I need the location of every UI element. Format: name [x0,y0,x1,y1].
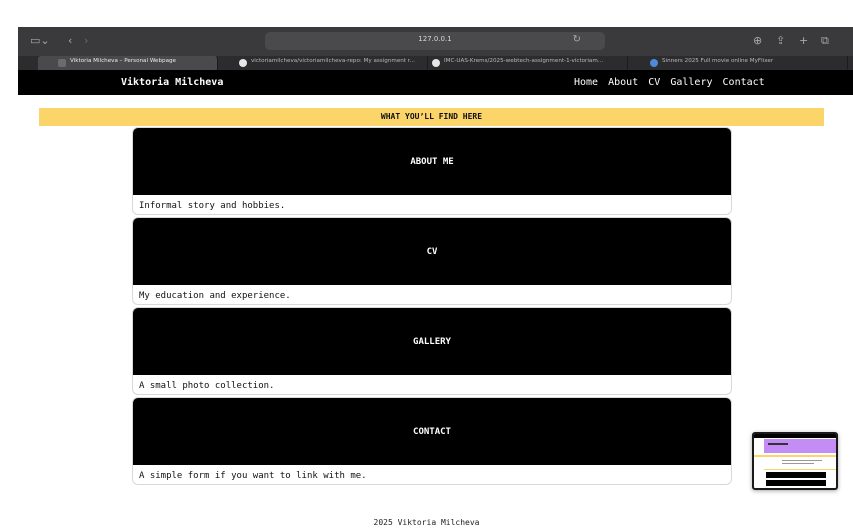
nav-contact[interactable]: Contact [723,77,765,88]
card-header: ABOUT ME [133,128,731,195]
card-title: ABOUT ME [410,157,454,167]
downloads-icon[interactable]: ⊕ [753,34,762,48]
main-nav: Home About CV Gallery Contact [574,77,769,88]
card-title: CONTACT [413,427,451,437]
forward-icon[interactable]: › [84,34,88,48]
card-description: My education and experience. [139,291,291,301]
site-footer: 2025 Viktoria Milcheva [373,518,480,527]
back-icon[interactable]: ‹ [68,34,72,48]
nav-home[interactable]: Home [574,77,598,88]
card-title: GALLERY [413,337,451,347]
tab-overview-icon[interactable]: ⧉ [821,34,829,48]
tab-personal-webpage[interactable]: Viktoria Milcheva – Personal Webpage [38,56,218,70]
tab-label: Viktoria Milcheva – Personal Webpage [70,58,176,64]
share-icon[interactable]: ⇪ [776,34,785,48]
address-bar[interactable]: 127.0.0.1 ↻ [265,32,605,50]
thumb-banner [754,455,836,457]
thumb-text-line [782,463,814,464]
card-about-me[interactable]: ABOUT ME Informal story and hobbies. [132,127,732,215]
card-title: CV [426,247,438,257]
tab-movie[interactable]: Sinners 2025 Full movie online MyFlixer [638,56,848,70]
card-description: A simple form if you want to link with m… [139,471,367,481]
tab-label: IMC-UAS-Krems/2025-webtech-assignment-1-… [444,58,604,64]
thumb-card [766,472,826,478]
tab-bar: Viktoria Milcheva – Personal Webpage vic… [18,56,853,70]
thumb-hero-text [768,443,788,445]
thumb-hero [764,439,836,453]
tab-github-repo[interactable]: victoriamilcheva/victoriamilcheva-repo: … [233,56,428,70]
nav-gallery[interactable]: Gallery [670,77,712,88]
card-header: CONTACT [133,398,731,465]
sidebar-toggle-icon[interactable]: ▭⌄ [30,34,50,48]
nav-about[interactable]: About [608,77,638,88]
site-favicon-icon [650,59,658,67]
reload-icon[interactable]: ↻ [573,34,581,45]
card-gallery[interactable]: GALLERY A small photo collection. [132,307,732,395]
new-tab-icon[interactable]: + [799,34,808,48]
card-header: CV [133,218,731,285]
card-description: A small photo collection. [139,381,275,391]
tab-github-assignment[interactable]: IMC-UAS-Krems/2025-webtech-assignment-1-… [428,56,628,70]
github-icon [432,59,440,67]
thumb-header [754,434,836,438]
card-description: Informal story and hobbies. [139,201,286,211]
thumb-text-line [782,460,822,461]
tab-favicon-icon [58,59,66,67]
tab-label: Sinners 2025 Full movie online MyFlixer [662,58,774,64]
screenshot-thumbnail[interactable] [752,432,838,490]
card-contact[interactable]: CONTACT A simple form if you want to lin… [132,397,732,485]
section-heading: WHAT YOU’LL FIND HERE [380,112,483,121]
nav-cv[interactable]: CV [648,77,660,88]
card-header: GALLERY [133,308,731,375]
site-header: Viktoria Milcheva Home About CV Gallery … [18,70,853,95]
card-cv[interactable]: CV My education and experience. [132,217,732,305]
tab-label: victoriamilcheva/victoriamilcheva-repo: … [251,58,415,64]
window-top-strip [0,0,853,27]
browser-toolbar: ▭⌄ ‹ › 127.0.0.1 ↻ ⊕ ⇪ + ⧉ [18,27,853,56]
github-icon [239,59,247,67]
thumb-divider [764,469,836,470]
thumb-card [766,480,826,486]
site-brand[interactable]: Viktoria Milcheva [121,77,223,88]
section-banner: WHAT YOU’LL FIND HERE [39,108,824,126]
address-bar-url: 127.0.0.1 [418,35,452,43]
